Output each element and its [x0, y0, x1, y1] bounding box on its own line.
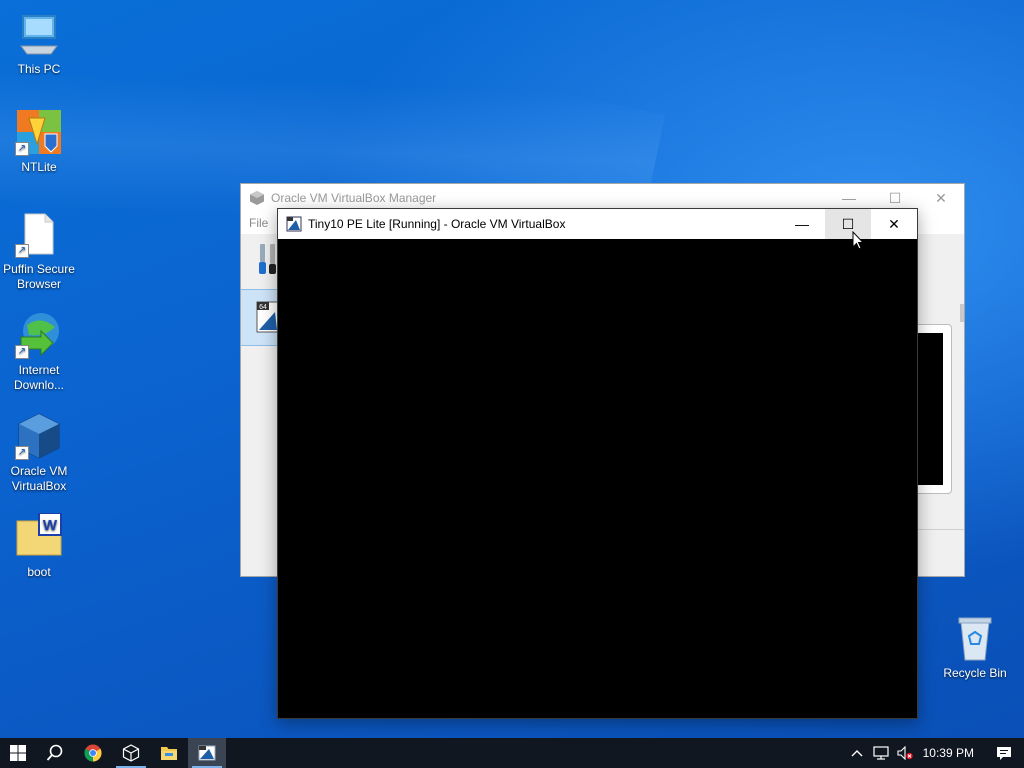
puffin-icon: ↗ — [15, 210, 63, 258]
manager-scrollbar[interactable] — [960, 304, 964, 322]
vm-preview-screen — [915, 333, 943, 485]
shortcut-arrow-icon: ↗ — [15, 142, 29, 156]
vm-list-item[interactable]: 64 — [241, 289, 281, 346]
desktop-icon-label: Recycle Bin — [943, 666, 1007, 680]
taskbar-virtualbox-manager[interactable] — [112, 738, 150, 768]
vm-running-window[interactable]: Tiny10 PE Lite [Running] - Oracle VM Vir… — [277, 208, 918, 719]
search-icon — [46, 744, 63, 761]
taskbar: 10:39 PM — [0, 738, 1024, 768]
virtualbox-icon — [249, 190, 265, 206]
desktop-icon-label: Oracle VM VirtualBox — [10, 464, 68, 493]
chevron-up-icon[interactable] — [845, 738, 869, 768]
taskbar-chrome[interactable] — [74, 738, 112, 768]
manager-divider — [916, 529, 964, 530]
desktop-icon-label: This PC — [17, 62, 61, 76]
chrome-icon — [84, 744, 102, 762]
vm-display-screen[interactable] — [278, 239, 917, 718]
shortcut-arrow-icon: ↗ — [15, 345, 29, 359]
volume-muted-icon[interactable] — [893, 738, 917, 768]
vm-minimize-button[interactable]: — — [779, 209, 825, 239]
boot-document-icon: W — [15, 512, 63, 561]
desktop-icon-label: Puffin Secure Browser — [3, 262, 75, 291]
desktop-icon-ntlite[interactable]: ↗ NTLite — [1, 108, 77, 175]
taskbar-file-explorer[interactable] — [150, 738, 188, 768]
recycle-bin-icon — [951, 614, 999, 662]
shortcut-arrow-icon: ↗ — [15, 446, 29, 460]
windows-start-icon — [10, 745, 26, 761]
desktop-icon-puffin[interactable]: ↗ Puffin Secure Browser — [1, 210, 77, 292]
virtualbox-icon — [122, 744, 140, 762]
system-tray: 10:39 PM — [845, 738, 1024, 768]
network-icon[interactable] — [869, 738, 893, 768]
menu-file[interactable]: File — [249, 216, 268, 230]
svg-text:W: W — [43, 517, 58, 534]
manager-close-button[interactable]: ✕ — [918, 184, 964, 212]
vm-close-button[interactable]: ✕ — [871, 209, 917, 239]
virtualbox-vm-icon — [198, 745, 216, 761]
svg-text:64: 64 — [259, 304, 267, 311]
desktop-icon-label: boot — [27, 565, 51, 579]
taskbar-clock[interactable]: 10:39 PM — [917, 746, 984, 760]
internet-download-manager-icon: ↗ — [15, 311, 63, 359]
vm-window-title: Tiny10 PE Lite [Running] - Oracle VM Vir… — [308, 217, 566, 231]
vm-titlebar[interactable]: Tiny10 PE Lite [Running] - Oracle VM Vir… — [278, 209, 917, 239]
mouse-cursor-icon — [852, 230, 865, 251]
desktop-icon-label: Internet Downlo... — [13, 363, 65, 392]
desktop-icon-label: NTLite — [21, 160, 57, 174]
taskbar-vm-window[interactable] — [188, 738, 226, 768]
desktop-icon-idm[interactable]: ↗ Internet Downlo... — [1, 311, 77, 393]
file-explorer-icon — [161, 747, 177, 760]
vm-maximize-button[interactable]: ☐ — [825, 209, 871, 239]
desktop-icon-this-pc[interactable]: This PC — [1, 10, 77, 77]
desktop-icon-virtualbox[interactable]: ↗ Oracle VM VirtualBox — [1, 412, 77, 494]
virtualbox-vm-icon — [286, 216, 302, 232]
notification-icon[interactable] — [984, 738, 1024, 768]
start-button[interactable] — [0, 738, 36, 768]
shortcut-arrow-icon: ↗ — [15, 244, 29, 258]
search-button[interactable] — [36, 738, 74, 768]
manager-title: Oracle VM VirtualBox Manager — [271, 191, 437, 205]
virtualbox-icon: ↗ — [15, 412, 63, 460]
desktop-icon-recycle-bin[interactable]: Recycle Bin — [937, 614, 1013, 681]
this-pc-icon — [15, 10, 63, 58]
desktop-icon-boot[interactable]: W boot — [1, 512, 77, 580]
ntlite-icon: ↗ — [15, 108, 63, 156]
